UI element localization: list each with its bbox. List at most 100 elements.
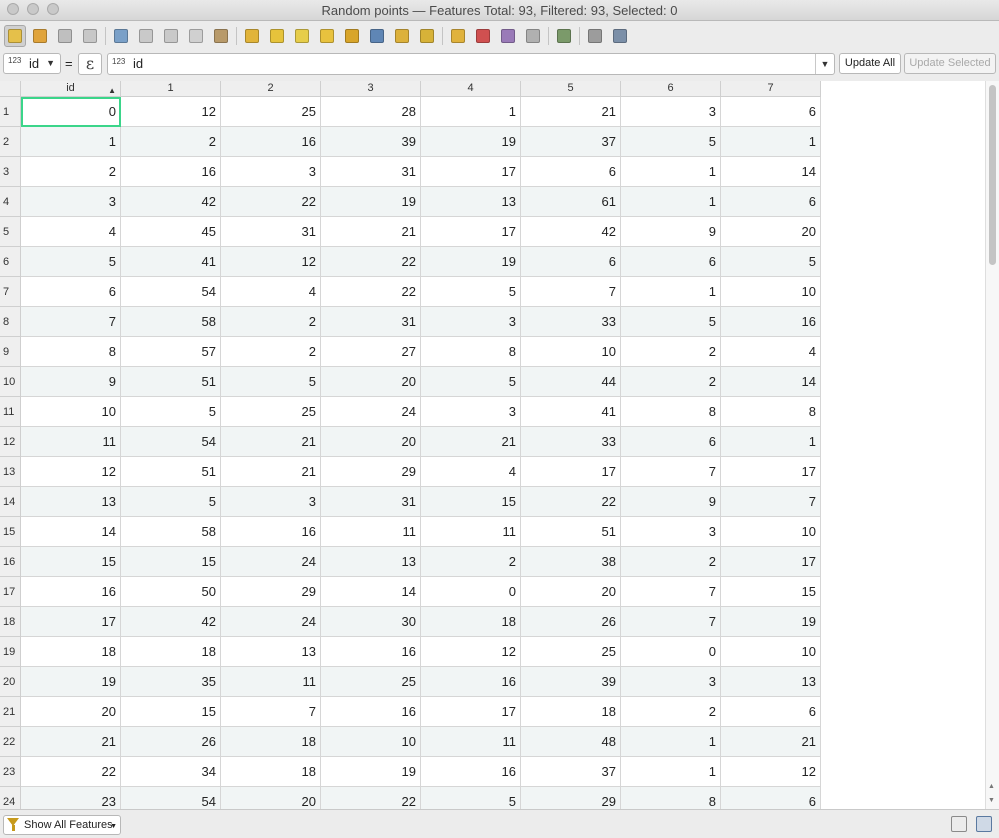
conditional-formatting-button[interactable] (553, 25, 575, 47)
table-row[interactable]: 10 9 51 5 20 5 44 2 14 (0, 367, 985, 397)
show-all-features-dropdown[interactable]: Show All Features ▼ (3, 815, 121, 835)
table-cell[interactable]: 2 (121, 127, 221, 157)
table-cell[interactable]: 21 (721, 727, 821, 757)
table-cell[interactable]: 61 (521, 187, 621, 217)
table-cell[interactable]: 0 (621, 637, 721, 667)
table-cell[interactable]: 6 (521, 247, 621, 277)
row-header[interactable]: 1 (0, 97, 21, 127)
table-cell[interactable]: 14 (721, 367, 821, 397)
table-cell[interactable]: 18 (21, 637, 121, 667)
table-cell[interactable]: 17 (421, 697, 521, 727)
multi-edit-button[interactable] (29, 25, 51, 47)
table-cell[interactable]: 15 (721, 577, 821, 607)
table-cell[interactable]: 8 (421, 337, 521, 367)
row-header[interactable]: 22 (0, 727, 21, 757)
table-cell[interactable]: 4 (21, 217, 121, 247)
table-cell[interactable]: 13 (421, 187, 521, 217)
table-cell[interactable]: 35 (121, 667, 221, 697)
row-header[interactable]: 10 (0, 367, 21, 397)
table-cell[interactable]: 8 (21, 337, 121, 367)
table-cell[interactable]: 5 (21, 247, 121, 277)
table-row[interactable]: 19 18 18 13 16 12 25 0 10 (0, 637, 985, 667)
row-header[interactable]: 8 (0, 307, 21, 337)
table-cell[interactable]: 24 (221, 607, 321, 637)
vertical-scrollbar[interactable]: ▲ ▼ (985, 81, 999, 809)
table-cell[interactable]: 31 (321, 307, 421, 337)
table-cell[interactable]: 13 (321, 547, 421, 577)
table-cell[interactable]: 21 (521, 97, 621, 127)
delete-selected-button[interactable] (135, 25, 157, 47)
row-header[interactable]: 9 (0, 337, 21, 367)
row-header[interactable]: 4 (0, 187, 21, 217)
table-cell[interactable]: 1 (421, 97, 521, 127)
row-header[interactable]: 21 (0, 697, 21, 727)
table-cell[interactable]: 19 (421, 247, 521, 277)
table-row[interactable]: 3 2 16 3 31 17 6 1 14 (0, 157, 985, 187)
table-cell[interactable]: 39 (321, 127, 421, 157)
table-row[interactable]: 1 0 12 25 28 1 21 3 6 (0, 97, 985, 127)
table-cell[interactable]: 11 (221, 667, 321, 697)
table-cell[interactable]: 19 (321, 757, 421, 787)
table-cell[interactable]: 44 (521, 367, 621, 397)
table-cell[interactable]: 6 (721, 787, 821, 809)
table-cell[interactable]: 5 (121, 397, 221, 427)
table-cell[interactable]: 21 (21, 727, 121, 757)
table-cell[interactable]: 7 (221, 697, 321, 727)
table-row[interactable]: 16 15 15 24 13 2 38 2 17 (0, 547, 985, 577)
table-cell[interactable]: 31 (321, 487, 421, 517)
table-cell[interactable]: 6 (721, 187, 821, 217)
new-field-button[interactable] (447, 25, 469, 47)
table-cell[interactable]: 1 (621, 757, 721, 787)
table-cell[interactable]: 31 (221, 217, 321, 247)
reload-button[interactable] (79, 25, 101, 47)
table-cell[interactable]: 25 (221, 397, 321, 427)
row-header[interactable]: 23 (0, 757, 21, 787)
table-cell[interactable]: 37 (521, 127, 621, 157)
table-cell[interactable]: 8 (721, 397, 821, 427)
table-cell[interactable]: 3 (421, 397, 521, 427)
table-cell[interactable]: 17 (521, 457, 621, 487)
row-header[interactable]: 11 (0, 397, 21, 427)
table-row[interactable]: 13 12 51 21 29 4 17 7 17 (0, 457, 985, 487)
table-cell[interactable]: 16 (121, 157, 221, 187)
row-header[interactable]: 15 (0, 517, 21, 547)
table-cell[interactable]: 14 (721, 157, 821, 187)
table-cell[interactable]: 14 (321, 577, 421, 607)
table-cell[interactable]: 58 (121, 517, 221, 547)
table-cell[interactable]: 12 (121, 97, 221, 127)
table-cell[interactable]: 11 (321, 517, 421, 547)
dock-table-button[interactable] (584, 25, 606, 47)
table-cell[interactable]: 1 (21, 127, 121, 157)
table-cell[interactable]: 9 (621, 217, 721, 247)
filter-select-button[interactable] (341, 25, 363, 47)
table-cell[interactable]: 41 (121, 247, 221, 277)
cut-button[interactable] (160, 25, 182, 47)
table-cell[interactable]: 2 (621, 697, 721, 727)
table-cell[interactable]: 16 (221, 517, 321, 547)
column-header[interactable]: 5 (521, 81, 621, 97)
column-header[interactable]: 3 (321, 81, 421, 97)
table-cell[interactable]: 9 (21, 367, 121, 397)
table-cell[interactable]: 42 (121, 187, 221, 217)
table-row[interactable]: 21 20 15 7 16 17 18 2 6 (0, 697, 985, 727)
table-cell[interactable]: 15 (121, 547, 221, 577)
table-cell[interactable]: 23 (21, 787, 121, 809)
table-cell[interactable]: 54 (121, 427, 221, 457)
table-cell[interactable]: 2 (421, 547, 521, 577)
copy-button[interactable] (185, 25, 207, 47)
table-cell[interactable]: 5 (421, 787, 521, 809)
table-cell[interactable]: 30 (321, 607, 421, 637)
table-row[interactable]: 15 14 58 16 11 11 51 3 10 (0, 517, 985, 547)
table-cell[interactable]: 18 (521, 697, 621, 727)
table-cell[interactable]: 24 (321, 397, 421, 427)
column-header[interactable]: 6 (621, 81, 721, 97)
table-cell[interactable]: 2 (621, 547, 721, 577)
table-cell[interactable]: 27 (321, 337, 421, 367)
table-row[interactable]: 20 19 35 11 25 16 39 3 13 (0, 667, 985, 697)
row-header[interactable]: 5 (0, 217, 21, 247)
table-cell[interactable]: 16 (21, 577, 121, 607)
table-cell[interactable]: 51 (521, 517, 621, 547)
move-selection-top-button[interactable] (366, 25, 388, 47)
row-header[interactable]: 17 (0, 577, 21, 607)
table-cell[interactable]: 54 (121, 277, 221, 307)
